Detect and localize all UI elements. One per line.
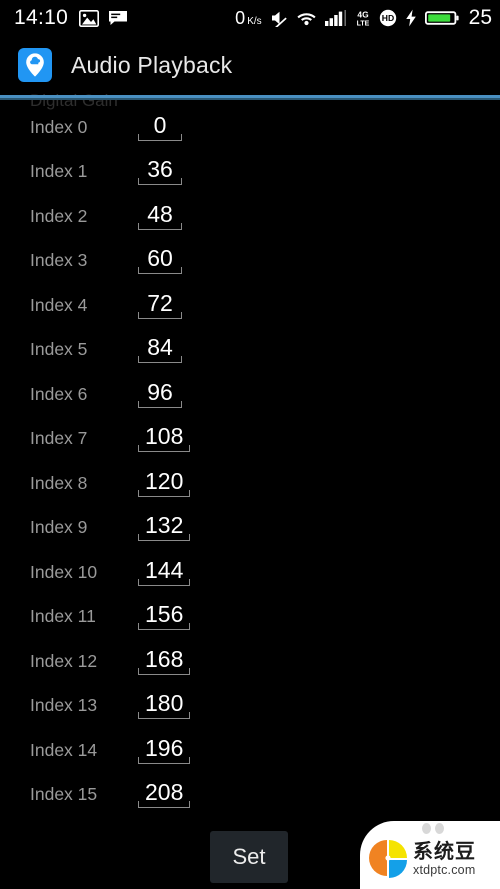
set-button[interactable]: Set (210, 831, 288, 883)
accent-divider (0, 95, 500, 100)
watermark-url: xtdptc.com (413, 862, 476, 877)
watermark-brand: 系统豆 (413, 840, 476, 863)
gain-value-input[interactable]: 144 (137, 556, 191, 586)
gain-value-input[interactable]: 0 (137, 111, 183, 141)
gain-index-row: Index 3 60 (0, 239, 500, 284)
mute-icon (270, 9, 288, 27)
gain-index-label: Index 7 (30, 428, 88, 449)
gain-index-label: Index 1 (30, 161, 88, 182)
gain-value-input[interactable]: 36 (137, 156, 183, 186)
gain-value-text: 36 (147, 156, 173, 183)
gain-value-input[interactable]: 156 (137, 601, 191, 631)
app-bar: Audio Playback (0, 36, 500, 94)
svg-text:4G: 4G (357, 10, 368, 20)
gain-value-text: 48 (147, 200, 173, 227)
network-speed-unit-bottom: s (256, 15, 262, 27)
gain-index-row: Index 12 168 (0, 639, 500, 684)
watermark-text: 系统豆 xtdptc.com (413, 842, 476, 877)
svg-text:HD: HD (381, 13, 393, 23)
signal-bars-icon (324, 10, 347, 26)
gain-value-text: 84 (147, 334, 173, 361)
status-bar: 14:10 0 K/s 4G LTE HD 25 (0, 0, 500, 36)
gain-value-input[interactable]: 168 (137, 645, 191, 675)
gain-value-text: 156 (145, 601, 184, 628)
gain-value-text: 60 (147, 245, 173, 272)
gain-value-text: 96 (147, 378, 173, 405)
gain-index-label: Index 5 (30, 339, 88, 360)
gain-value-input[interactable]: 180 (137, 690, 191, 720)
network-speed-unit: K/s (247, 15, 262, 27)
battery-percentage: 25 (468, 6, 492, 29)
status-bar-system-icons: 0 K/s 4G LTE HD 25 (235, 6, 492, 30)
gain-value-input[interactable]: 196 (137, 734, 191, 764)
gain-index-label: Index 15 (30, 784, 98, 805)
page-title: Audio Playback (71, 51, 233, 78)
gain-index-label: Index 9 (30, 517, 88, 538)
gain-value-text: 132 (145, 512, 184, 539)
gain-value-text: 168 (145, 645, 184, 672)
4g-lte-icon: 4G LTE (355, 9, 371, 27)
gain-index-row: Index 14 196 (0, 728, 500, 773)
gain-value-input[interactable]: 132 (137, 512, 191, 542)
watermark-ears-icon (422, 823, 444, 834)
network-speed-indicator: 0 K/s (235, 8, 261, 29)
phone-screen: 14:10 0 K/s 4G LTE HD 25 Audio Playback … (0, 0, 500, 889)
status-bar-clock: 14:10 (14, 6, 69, 29)
gain-index-row: Index 5 84 (0, 328, 500, 373)
photo-icon (79, 9, 100, 27)
gain-index-row: Index 4 72 (0, 283, 500, 328)
battery-icon (424, 9, 459, 27)
gain-value-text: 196 (145, 734, 184, 761)
network-speed-unit-top: K (247, 15, 254, 27)
gain-value-text: 72 (147, 289, 173, 316)
gain-index-row: Index 15 208 (0, 773, 500, 818)
message-icon (108, 10, 128, 26)
wifi-icon (296, 10, 317, 26)
network-speed-value: 0 (235, 7, 246, 28)
gain-index-label: Index 13 (30, 695, 98, 716)
gain-value-input[interactable]: 96 (137, 378, 183, 408)
gain-index-row: Index 11 156 (0, 595, 500, 640)
gain-index-label: Index 8 (30, 472, 88, 493)
gain-value-text: 120 (145, 467, 184, 494)
gain-index-label: Index 0 (30, 116, 88, 137)
gain-value-input[interactable]: 120 (137, 467, 191, 497)
gain-value-input[interactable]: 84 (137, 334, 183, 364)
gain-index-row: Index 10 144 (0, 550, 500, 595)
gain-value-text: 180 (145, 690, 184, 717)
gain-index-row: Index 9 132 (0, 506, 500, 551)
gain-index-row: Index 7 108 (0, 417, 500, 462)
gain-value-text: 208 (145, 779, 184, 806)
gain-index-label: Index 12 (30, 650, 98, 671)
gain-index-row: Index 6 96 (0, 372, 500, 417)
gain-index-label: Index 4 (30, 294, 88, 315)
gain-value-input[interactable]: 72 (137, 289, 183, 319)
watermark: 系统豆 xtdptc.com (360, 821, 500, 889)
gain-index-label: Index 14 (30, 739, 98, 760)
gain-index-list[interactable]: Index 0 0 Index 1 36 Index 2 48 Index 3 60 Index… (0, 105, 500, 817)
gain-value-text: 144 (145, 556, 184, 583)
gain-index-label: Index 3 (30, 250, 88, 271)
gain-value-input[interactable]: 60 (137, 245, 183, 275)
gain-value-input[interactable]: 108 (137, 423, 191, 453)
hd-icon: HD (379, 9, 397, 27)
charging-bolt-icon (405, 9, 417, 27)
gain-index-row: Index 2 48 (0, 194, 500, 239)
gain-index-row: Index 13 180 (0, 684, 500, 729)
gain-index-label: Index 10 (30, 561, 98, 582)
status-bar-notification-icons (79, 9, 128, 27)
gain-value-input[interactable]: 208 (137, 779, 191, 809)
gain-index-row: Index 8 120 (0, 461, 500, 506)
gain-index-row: Index 0 0 (0, 105, 500, 150)
gain-value-text: 108 (145, 423, 184, 450)
gain-index-row: Index 1 36 (0, 150, 500, 195)
gain-value-text: 0 (153, 111, 167, 138)
audio-playback-app-icon (18, 48, 52, 82)
gain-value-input[interactable]: 48 (137, 200, 183, 230)
gain-index-label: Index 6 (30, 383, 88, 404)
gain-index-label: Index 11 (30, 606, 96, 627)
gain-index-label: Index 2 (30, 205, 88, 226)
watermark-pie-logo-icon (369, 840, 407, 878)
svg-text:LTE: LTE (356, 20, 369, 27)
